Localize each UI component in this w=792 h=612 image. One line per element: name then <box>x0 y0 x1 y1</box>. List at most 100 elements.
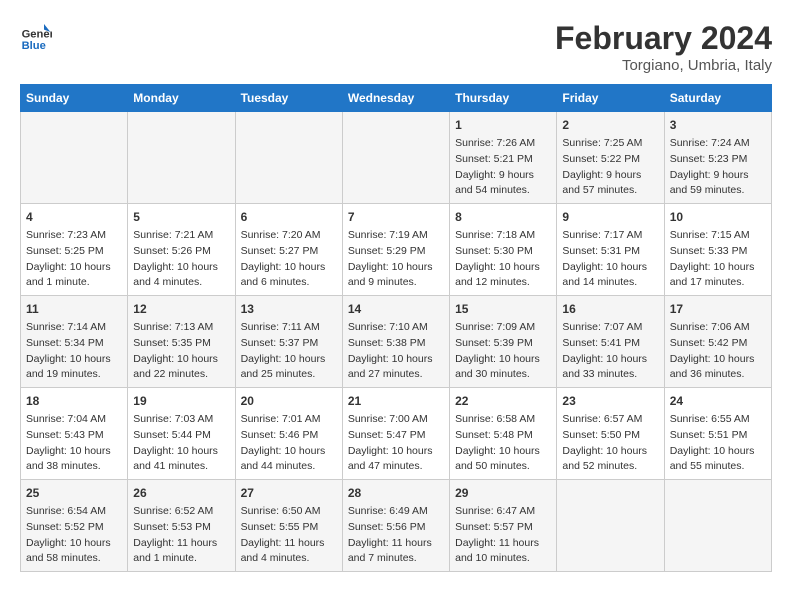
day-info: and 44 minutes. <box>241 459 337 475</box>
column-header-thursday: Thursday <box>450 85 557 112</box>
day-info: and 4 minutes. <box>241 551 337 567</box>
day-info: and 12 minutes. <box>455 275 551 291</box>
day-info: and 36 minutes. <box>670 367 766 383</box>
day-number: 27 <box>241 484 337 502</box>
day-info: Sunset: 5:27 PM <box>241 244 337 260</box>
day-number: 9 <box>562 208 658 226</box>
day-info: and 33 minutes. <box>562 367 658 383</box>
day-info: Sunset: 5:55 PM <box>241 520 337 536</box>
day-cell: 9Sunrise: 7:17 AMSunset: 5:31 PMDaylight… <box>557 204 664 296</box>
day-cell: 29Sunrise: 6:47 AMSunset: 5:57 PMDayligh… <box>450 480 557 572</box>
day-info: Sunset: 5:26 PM <box>133 244 229 260</box>
day-number: 6 <box>241 208 337 226</box>
day-number: 24 <box>670 392 766 410</box>
day-cell: 5Sunrise: 7:21 AMSunset: 5:26 PMDaylight… <box>128 204 235 296</box>
day-info: Sunset: 5:35 PM <box>133 336 229 352</box>
day-number: 21 <box>348 392 444 410</box>
day-cell: 13Sunrise: 7:11 AMSunset: 5:37 PMDayligh… <box>235 296 342 388</box>
day-info: Sunset: 5:41 PM <box>562 336 658 352</box>
day-info: and 1 minute. <box>26 275 122 291</box>
day-info: Sunrise: 7:21 AM <box>133 228 229 244</box>
day-cell: 28Sunrise: 6:49 AMSunset: 5:56 PMDayligh… <box>342 480 449 572</box>
day-info: Sunset: 5:38 PM <box>348 336 444 352</box>
day-cell <box>664 480 771 572</box>
day-number: 2 <box>562 116 658 134</box>
day-number: 14 <box>348 300 444 318</box>
day-number: 7 <box>348 208 444 226</box>
day-cell: 21Sunrise: 7:00 AMSunset: 5:47 PMDayligh… <box>342 388 449 480</box>
day-cell: 24Sunrise: 6:55 AMSunset: 5:51 PMDayligh… <box>664 388 771 480</box>
svg-text:Blue: Blue <box>22 40 46 52</box>
day-info: Daylight: 10 hours <box>26 260 122 276</box>
column-header-monday: Monday <box>128 85 235 112</box>
day-cell: 1Sunrise: 7:26 AMSunset: 5:21 PMDaylight… <box>450 112 557 204</box>
day-info: and 25 minutes. <box>241 367 337 383</box>
day-cell: 4Sunrise: 7:23 AMSunset: 5:25 PMDaylight… <box>21 204 128 296</box>
day-info: Sunrise: 6:57 AM <box>562 412 658 428</box>
title-block: February 2024 Torgiano, Umbria, Italy <box>555 20 772 74</box>
day-info: Daylight: 10 hours <box>133 444 229 460</box>
day-number: 5 <box>133 208 229 226</box>
day-cell <box>128 112 235 204</box>
day-number: 19 <box>133 392 229 410</box>
day-info: Sunset: 5:39 PM <box>455 336 551 352</box>
day-number: 8 <box>455 208 551 226</box>
day-info: Sunrise: 7:13 AM <box>133 320 229 336</box>
day-cell: 7Sunrise: 7:19 AMSunset: 5:29 PMDaylight… <box>342 204 449 296</box>
column-header-sunday: Sunday <box>21 85 128 112</box>
day-cell: 23Sunrise: 6:57 AMSunset: 5:50 PMDayligh… <box>557 388 664 480</box>
day-info: Sunset: 5:33 PM <box>670 244 766 260</box>
day-number: 23 <box>562 392 658 410</box>
day-info: Daylight: 10 hours <box>562 352 658 368</box>
day-info: Sunset: 5:25 PM <box>26 244 122 260</box>
day-cell: 12Sunrise: 7:13 AMSunset: 5:35 PMDayligh… <box>128 296 235 388</box>
day-info: Daylight: 10 hours <box>26 444 122 460</box>
day-number: 18 <box>26 392 122 410</box>
day-info: Daylight: 10 hours <box>241 352 337 368</box>
day-info: and 19 minutes. <box>26 367 122 383</box>
day-info: and 38 minutes. <box>26 459 122 475</box>
day-info: Sunset: 5:51 PM <box>670 428 766 444</box>
day-info: and 22 minutes. <box>133 367 229 383</box>
day-cell: 3Sunrise: 7:24 AMSunset: 5:23 PMDaylight… <box>664 112 771 204</box>
week-row-4: 18Sunrise: 7:04 AMSunset: 5:43 PMDayligh… <box>21 388 772 480</box>
day-cell: 27Sunrise: 6:50 AMSunset: 5:55 PMDayligh… <box>235 480 342 572</box>
day-info: Sunset: 5:29 PM <box>348 244 444 260</box>
logo-icon: General Blue <box>20 20 52 52</box>
day-info: Daylight: 10 hours <box>670 352 766 368</box>
week-row-2: 4Sunrise: 7:23 AMSunset: 5:25 PMDaylight… <box>21 204 772 296</box>
day-info: Daylight: 10 hours <box>348 260 444 276</box>
day-cell <box>557 480 664 572</box>
day-info: and 7 minutes. <box>348 551 444 567</box>
day-info: Sunset: 5:50 PM <box>562 428 658 444</box>
day-number: 17 <box>670 300 766 318</box>
day-info: Sunrise: 7:20 AM <box>241 228 337 244</box>
day-number: 3 <box>670 116 766 134</box>
day-info: Sunset: 5:44 PM <box>133 428 229 444</box>
day-info: Sunrise: 7:06 AM <box>670 320 766 336</box>
month-title: February 2024 <box>555 20 772 57</box>
day-info: Sunset: 5:48 PM <box>455 428 551 444</box>
day-cell: 2Sunrise: 7:25 AMSunset: 5:22 PMDaylight… <box>557 112 664 204</box>
day-number: 13 <box>241 300 337 318</box>
day-info: Sunrise: 7:03 AM <box>133 412 229 428</box>
day-info: Sunrise: 7:24 AM <box>670 136 766 152</box>
day-info: Sunset: 5:52 PM <box>26 520 122 536</box>
day-info: and 55 minutes. <box>670 459 766 475</box>
day-info: Sunset: 5:53 PM <box>133 520 229 536</box>
page-header: General Blue February 2024 Torgiano, Umb… <box>20 20 772 74</box>
day-info: Daylight: 10 hours <box>670 260 766 276</box>
column-header-friday: Friday <box>557 85 664 112</box>
day-number: 1 <box>455 116 551 134</box>
day-info: and 52 minutes. <box>562 459 658 475</box>
day-info: Sunrise: 6:58 AM <box>455 412 551 428</box>
day-info: Daylight: 10 hours <box>348 352 444 368</box>
day-cell: 15Sunrise: 7:09 AMSunset: 5:39 PMDayligh… <box>450 296 557 388</box>
location: Torgiano, Umbria, Italy <box>555 57 772 74</box>
day-number: 29 <box>455 484 551 502</box>
day-cell: 22Sunrise: 6:58 AMSunset: 5:48 PMDayligh… <box>450 388 557 480</box>
day-number: 22 <box>455 392 551 410</box>
day-cell <box>235 112 342 204</box>
week-row-1: 1Sunrise: 7:26 AMSunset: 5:21 PMDaylight… <box>21 112 772 204</box>
day-info: Daylight: 10 hours <box>241 444 337 460</box>
